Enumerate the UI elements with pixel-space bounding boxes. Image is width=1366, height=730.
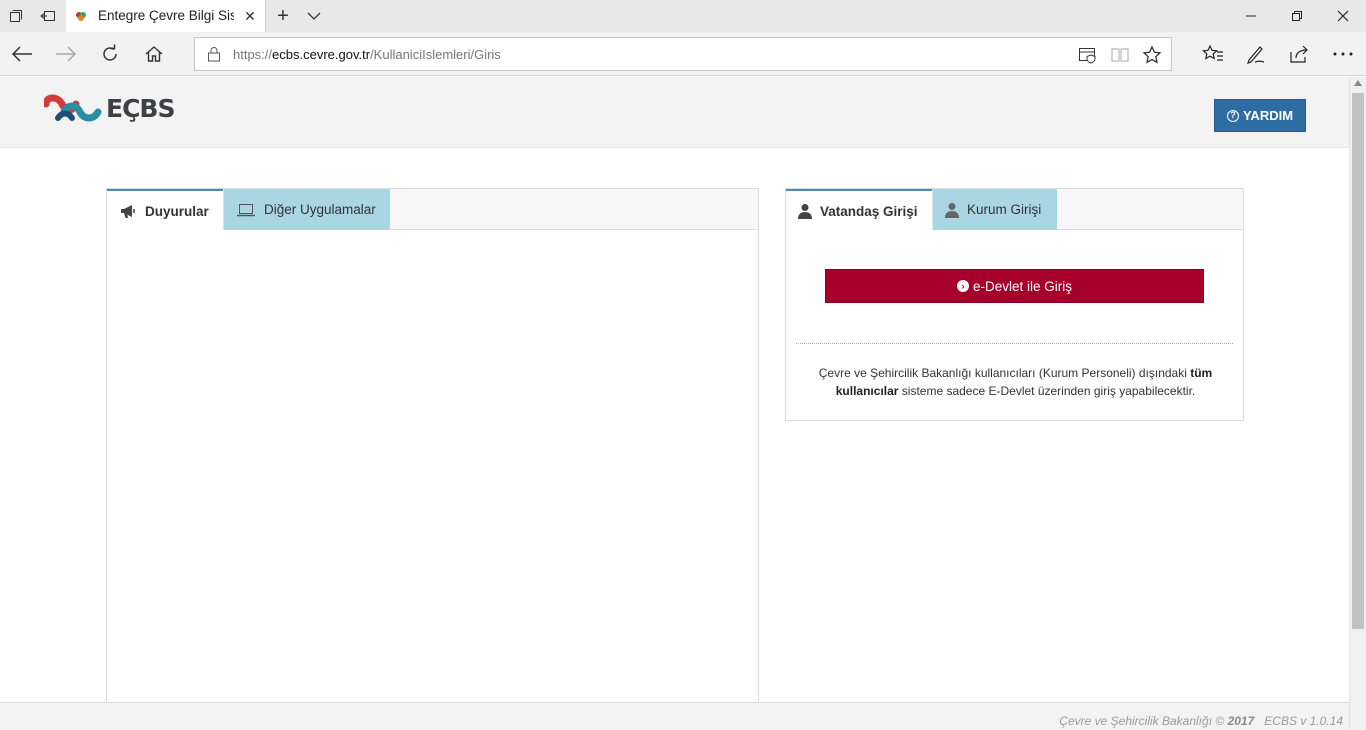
tab-kurum-girisi[interactable]: Kurum Girişi bbox=[932, 189, 1057, 230]
ecbs-logo-mark-icon bbox=[42, 94, 102, 122]
url-text: https://ecbs.cevre.gov.tr/KullaniciIslem… bbox=[233, 47, 501, 62]
close-window-icon[interactable] bbox=[1320, 0, 1366, 32]
edevlet-login-label: e-Devlet ile Giriş bbox=[972, 278, 1073, 294]
tab-duyurular-label: Duyurular bbox=[145, 203, 209, 219]
vertical-scrollbar[interactable] bbox=[1349, 77, 1366, 730]
tab-vatandas-girisi-label: Vatandaş Girişi bbox=[820, 203, 918, 219]
new-tab-icon[interactable]: + bbox=[272, 5, 294, 27]
restore-icon[interactable] bbox=[1274, 0, 1320, 32]
tab-kurum-girisi-label: Kurum Girişi bbox=[967, 202, 1042, 217]
minimize-icon[interactable] bbox=[1228, 0, 1274, 32]
announcements-panel: Duyurular Diğer Uygulamalar bbox=[106, 188, 759, 718]
site-header: EÇBS ? YARDIM bbox=[0, 77, 1349, 148]
page-footer: Çevre ve Şehircilik Bakanlığı © 2017 ECB… bbox=[0, 702, 1349, 730]
site-favicon-icon bbox=[76, 12, 86, 21]
login-panel: Vatandaş Girişi Kurum Girişi › e-Devlet … bbox=[785, 188, 1244, 421]
tab-diger-uygulamalar-label: Diğer Uygulamalar bbox=[264, 202, 376, 217]
more-options-icon[interactable] bbox=[1329, 40, 1357, 68]
help-button-label: YARDIM bbox=[1242, 108, 1294, 123]
help-button[interactable]: ? YARDIM bbox=[1214, 99, 1306, 132]
chevron-down-icon[interactable] bbox=[304, 6, 324, 26]
lock-icon bbox=[208, 47, 220, 62]
copyright-icon: © bbox=[1215, 714, 1225, 728]
tabs-aside-icon[interactable] bbox=[38, 6, 58, 26]
logo-text: EÇBS bbox=[106, 94, 175, 123]
tab-diger-uygulamalar[interactable]: Diğer Uygulamalar bbox=[223, 189, 390, 230]
browser-tab-title: Entegre Çevre Bilgi Siste bbox=[98, 8, 234, 23]
tab-vatandas-girisi[interactable]: Vatandaş Girişi bbox=[786, 189, 932, 231]
tab-sets-icon[interactable] bbox=[6, 6, 26, 26]
browser-tab-active[interactable]: Entegre Çevre Bilgi Siste ✕ bbox=[66, 0, 266, 32]
ecbs-logo[interactable]: EÇBS bbox=[42, 92, 184, 126]
login-tab-bar: Vatandaş Girişi Kurum Girişi bbox=[786, 189, 1243, 231]
browser-tab-bar: Entegre Çevre Bilgi Siste ✕ + bbox=[0, 0, 1366, 32]
pen-notes-icon[interactable] bbox=[1242, 40, 1270, 68]
footer-version: ECBS v 1.0.14 bbox=[1264, 714, 1343, 728]
laptop-icon bbox=[237, 203, 255, 216]
announcements-tab-bar: Duyurular Diğer Uygulamalar bbox=[107, 189, 758, 231]
user-icon bbox=[798, 204, 812, 219]
refresh-icon[interactable] bbox=[96, 40, 124, 68]
footer-year: 2017 bbox=[1227, 714, 1255, 728]
user-icon bbox=[945, 202, 959, 218]
close-tab-icon[interactable]: ✕ bbox=[242, 7, 258, 25]
tab-duyurular[interactable]: Duyurular bbox=[107, 189, 223, 231]
scrollbar-thumb[interactable] bbox=[1352, 93, 1364, 629]
login-info-text: Çevre ve Şehircilik Bakanlığı kullanıcıl… bbox=[818, 366, 1213, 398]
scroll-up-icon[interactable] bbox=[1354, 80, 1362, 86]
dotted-divider bbox=[796, 343, 1233, 344]
forward-arrow-icon[interactable] bbox=[52, 40, 80, 68]
footer-ministry: Çevre ve Şehircilik Bakanlığı bbox=[1059, 714, 1213, 728]
reading-view-icon[interactable] bbox=[1109, 44, 1131, 66]
footer-text: Çevre ve Şehircilik Bakanlığı © 2017 ECB… bbox=[1059, 714, 1343, 728]
back-arrow-icon[interactable] bbox=[8, 40, 36, 68]
tracking-shield-icon[interactable] bbox=[1077, 44, 1099, 66]
edevlet-login-button[interactable]: › e-Devlet ile Giriş bbox=[825, 269, 1204, 303]
favorite-star-icon[interactable] bbox=[1141, 44, 1163, 66]
browser-nav-bar: https://ecbs.cevre.gov.tr/KullaniciIslem… bbox=[0, 32, 1366, 76]
megaphone-icon bbox=[121, 205, 135, 218]
chevron-circle-right-icon: › bbox=[956, 280, 969, 292]
home-icon[interactable] bbox=[140, 40, 168, 68]
favorites-hub-icon[interactable] bbox=[1199, 40, 1227, 68]
address-bar[interactable]: https://ecbs.cevre.gov.tr/KullaniciIslem… bbox=[194, 37, 1172, 71]
share-icon[interactable] bbox=[1285, 40, 1313, 68]
question-circle-icon: ? bbox=[1226, 109, 1239, 122]
